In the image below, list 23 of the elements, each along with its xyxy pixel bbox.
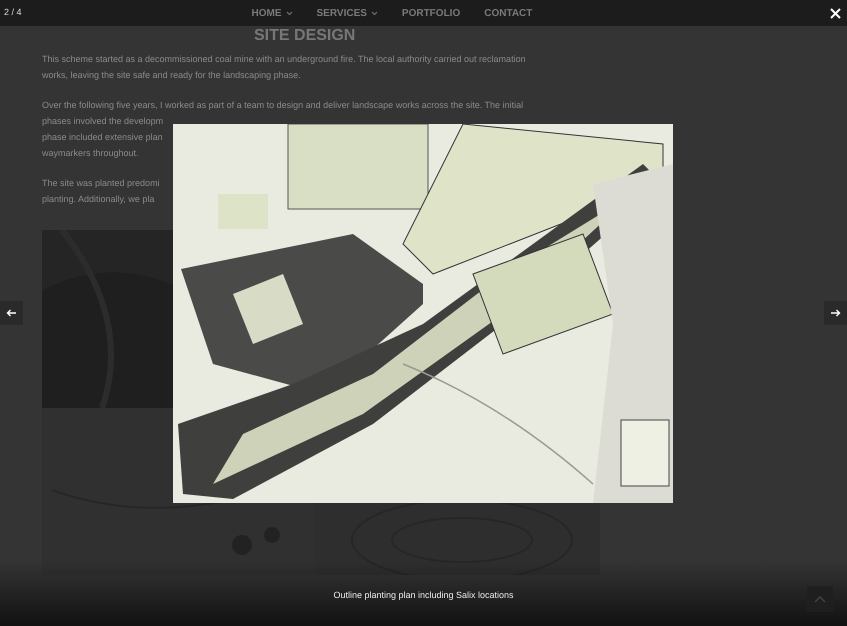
chevron-down-icon	[286, 10, 293, 16]
arrow-left-icon	[6, 309, 17, 317]
page-title: SITE DESIGN	[254, 27, 356, 45]
chevron-down-icon	[370, 10, 378, 16]
arrow-right-icon	[830, 309, 841, 317]
paragraph-line: works, leaving the site safe and ready for the landscaping phase.	[42, 69, 301, 82]
paragraph-line: Over the following five years, I worked as part of a team to design and deliver landscape works across the site. The initial	[42, 99, 524, 112]
nav-link[interactable]: SERVICES	[316, 6, 378, 20]
paragraph-line: The site was planted predomi	[42, 177, 160, 190]
next-arrow-button[interactable]	[824, 301, 847, 325]
paragraph-line: This scheme started as a decommissioned coal mine with an underground fire. The local authority carried out reclamation	[42, 53, 526, 66]
image-caption: Outline planting plan including Salix locations	[333, 589, 514, 602]
nav-link[interactable]: PORTFOLIO	[402, 6, 460, 20]
nav-link[interactable]: CONTACT	[484, 6, 532, 20]
chevron-up-icon	[814, 596, 826, 602]
close-icon[interactable]	[830, 8, 841, 18]
paragraph-line: phase included extensive plan	[42, 131, 163, 144]
paragraph-line: waymarkers throughout.	[42, 147, 139, 160]
image-counter: 2 / 4	[4, 6, 22, 20]
paragraph-line: phases involved the developm	[42, 115, 164, 128]
previous-arrow-button[interactable]	[0, 301, 23, 325]
paragraph-line: planting. Additionally, we pla	[42, 193, 154, 206]
nav-link[interactable]: HOME	[252, 6, 293, 20]
